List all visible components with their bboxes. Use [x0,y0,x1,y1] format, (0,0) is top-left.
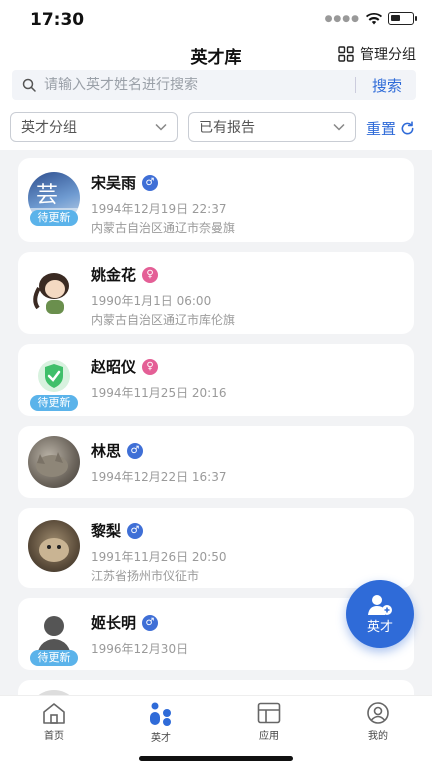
tab-profile-label: 我的 [368,731,388,742]
search-button[interactable]: 搜索 [356,75,416,96]
reset-button[interactable]: 重置 [366,118,415,139]
chevron-down-icon [333,123,345,131]
birth-location: 江苏省扬州市仪征市 [91,569,200,583]
birth-datetime: 1996年12月30日 [91,642,189,656]
tab-talent-label: 英才 [151,733,171,744]
search-bar: 搜索 [0,68,432,104]
talent-name: 黎梨 [91,522,122,540]
apps-icon [257,702,281,724]
reset-label: 重置 [366,120,397,138]
male-icon: ♂ [142,174,159,191]
report-select[interactable]: 已有报告 [188,112,356,142]
wifi-icon [366,12,382,24]
talent-card[interactable]: 芸 待更新 宋吴雨 ♂ 1994年12月19日 22:37 内蒙古自治区通辽市奈… [18,158,414,242]
battery-icon [388,12,417,25]
add-user-icon [368,594,392,615]
avatar [28,520,80,572]
birth-datetime: 1994年12月19日 22:37 [91,202,227,216]
female-icon: ♀ [142,266,159,283]
search-input[interactable] [44,77,334,93]
update-badge: 待更新 [30,650,78,666]
chevron-down-icon [155,123,167,131]
home-icon [43,703,65,724]
profile-icon [367,702,389,724]
birth-datetime: 1994年12月22日 16:37 [91,470,227,484]
talent-card[interactable]: 姚金花 ♀ 1990年1月1日 06:00 内蒙古自治区通辽市库伦旗 [18,252,414,334]
report-select-label: 已有报告 [199,120,255,136]
talent-name: 姚金花 [91,266,137,284]
birth-datetime: 1991年11月26日 20:50 [91,550,227,564]
svg-text:芸: 芸 [36,183,58,208]
filter-bar: 英才分组 已有报告 重置 [0,104,432,150]
search-box: 搜索 [12,70,416,100]
talent-name-row: 宋吴雨 ♂ [91,172,159,193]
refresh-icon [401,121,414,135]
group-select[interactable]: 英才分组 [10,112,178,142]
add-talent-label: 英才 [366,619,393,635]
male-icon: ♂ [127,522,144,539]
talent-name: 宋吴雨 [91,174,137,192]
talent-card[interactable]: 黎梨 ♂ 1991年11月26日 20:50 江苏省扬州市仪征市 [18,508,414,588]
talent-name: 姬长明 [91,614,137,632]
home-indicator [139,756,293,761]
talent-card[interactable]: 待更新 赵昭仪 ♀ 1994年11月25日 20:16 [18,344,414,416]
female-icon: ♀ [142,358,159,375]
talent-name-row: 黎梨 ♂ [91,520,144,541]
birth-datetime: 1990年1月1日 06:00 [91,294,212,308]
add-talent-button[interactable]: 英才 [346,580,414,648]
tab-home-label: 首页 [44,731,64,742]
status-icons: ●●●● [324,12,417,25]
search-icon [22,78,36,92]
talent-name: 赵昭仪 [91,358,137,376]
tab-talent[interactable]: 英才 [131,702,191,744]
avatar [28,264,80,316]
signal-icon: ●●●● [324,13,360,24]
birth-location: 内蒙古自治区通辽市奈曼旗 [91,221,236,235]
status-time: 17:30 [30,10,85,30]
avatar [28,436,80,488]
male-icon: ♂ [127,442,144,459]
talent-icon [150,702,171,726]
group-select-label: 英才分组 [21,120,77,136]
update-badge: 待更新 [30,210,78,226]
status-bar: 17:30 ●●●● [0,0,432,40]
talent-name-row: 姬长明 ♂ [91,612,159,633]
manage-group-button[interactable]: 管理分组 [338,44,416,64]
nav-bar: 英才库 管理分组 [0,40,432,68]
tab-apps-label: 应用 [259,731,279,742]
birth-datetime: 1994年11月25日 20:16 [91,386,227,400]
manage-group-label: 管理分组 [360,47,416,63]
grid-icon [338,46,354,62]
talent-name: 林思 [91,442,122,460]
talent-name-row: 林思 ♂ [91,440,144,461]
talent-card[interactable] [18,680,414,695]
tab-apps[interactable]: 应用 [239,702,299,742]
male-icon: ♂ [142,614,159,631]
update-badge: 待更新 [30,395,78,411]
talent-name-row: 赵昭仪 ♀ [91,356,159,377]
birth-location: 内蒙古自治区通辽市库伦旗 [91,313,236,327]
talent-card[interactable]: 林思 ♂ 1994年12月22日 16:37 [18,426,414,498]
tab-profile[interactable]: 我的 [348,702,408,742]
talent-name-row: 姚金花 ♀ [91,264,159,285]
tab-home[interactable]: 首页 [24,702,84,742]
